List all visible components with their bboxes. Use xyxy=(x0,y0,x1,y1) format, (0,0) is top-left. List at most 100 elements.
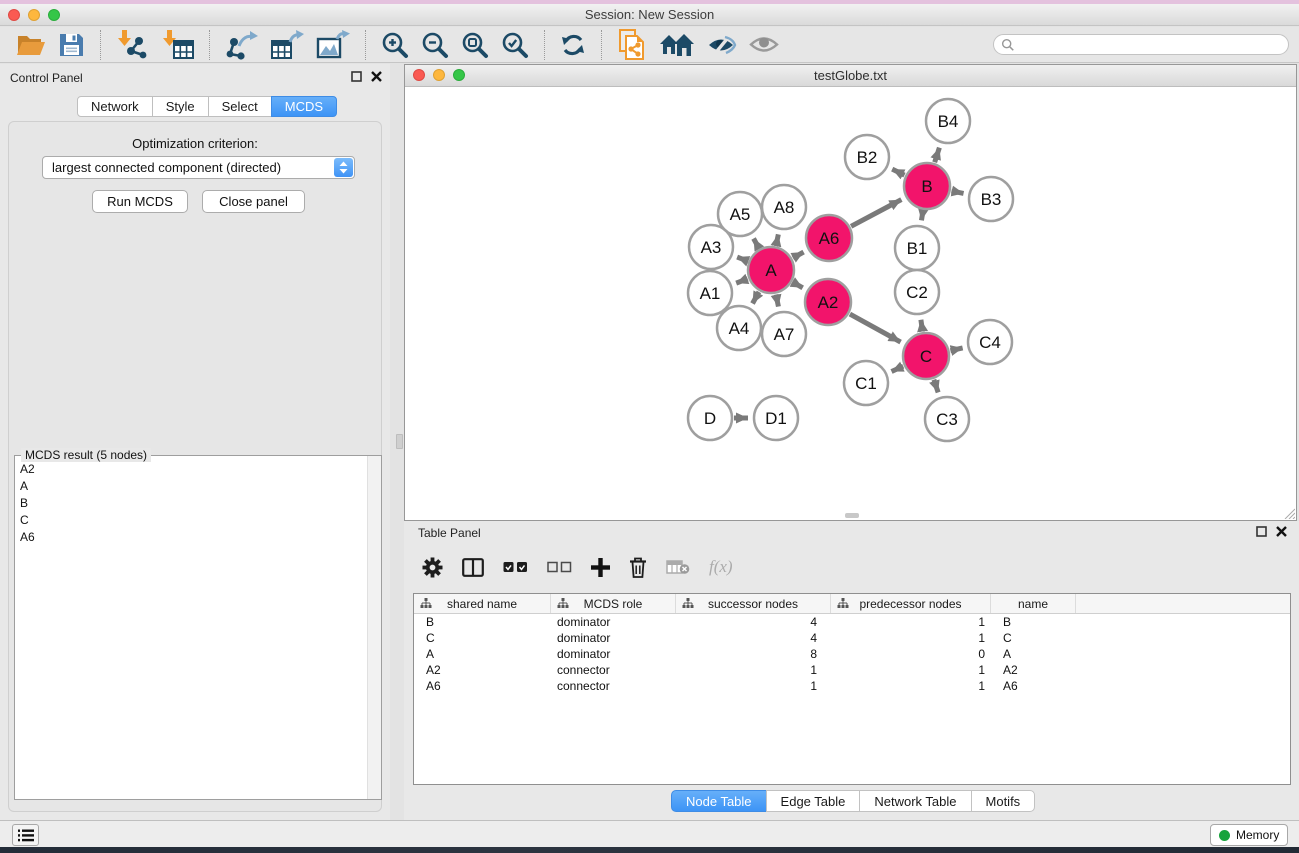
first-neighbors-button[interactable] xyxy=(611,28,653,62)
graphics-details-button[interactable] xyxy=(701,28,743,62)
graph-edge-A-A6[interactable] xyxy=(793,252,804,258)
column-header-name[interactable]: name xyxy=(991,594,1076,613)
task-history-button[interactable] xyxy=(12,824,39,846)
delete-column-icon[interactable] xyxy=(629,557,647,578)
memory-button[interactable]: Memory xyxy=(1210,824,1288,846)
graph-node-label-A5: A5 xyxy=(730,205,751,224)
graph-edge-A-A5[interactable] xyxy=(754,238,759,248)
column-header-successor-nodes[interactable]: successor nodes xyxy=(676,594,831,613)
tab-network[interactable]: Network xyxy=(77,96,153,117)
graph-edge-A-A2[interactable] xyxy=(793,282,803,288)
graph-node-label-B2: B2 xyxy=(857,148,878,167)
graph-edge-B-B1[interactable] xyxy=(921,211,923,221)
toolbar-separator xyxy=(544,30,545,60)
tab-select[interactable]: Select xyxy=(208,96,272,117)
column-header-mcds-role[interactable]: MCDS role xyxy=(551,594,676,613)
export-network-icon xyxy=(225,30,258,60)
result-item[interactable]: B xyxy=(15,494,367,511)
graph-edge-A-A1[interactable] xyxy=(736,279,747,283)
graph-edge-C-C1[interactable] xyxy=(892,366,904,371)
deselect-all-icon[interactable] xyxy=(547,561,572,573)
export-table-button[interactable] xyxy=(264,28,310,62)
network-view-window: testGlobe.txt B4B2BB3A8A5A6B1A3AC2A1A2A4… xyxy=(404,64,1297,521)
graph-edge-A2-C[interactable] xyxy=(850,314,901,342)
result-item[interactable]: A6 xyxy=(15,528,367,545)
close-panel-icon[interactable] xyxy=(371,71,382,82)
float-panel-icon[interactable] xyxy=(351,71,362,82)
table-row[interactable]: B dominator 4 1 B xyxy=(414,614,1290,630)
refresh-layout-button[interactable] xyxy=(554,28,592,62)
table-cell: 1 xyxy=(831,614,991,630)
zoom-out-button[interactable] xyxy=(415,28,455,62)
open-session-button[interactable] xyxy=(10,28,52,62)
graph-edge-A-A4[interactable] xyxy=(753,292,759,304)
table-cell: 1 xyxy=(831,678,991,694)
application-window: Session: New Session xyxy=(0,0,1299,853)
tab-motifs[interactable]: Motifs xyxy=(971,790,1036,812)
home-view-button[interactable] xyxy=(653,28,701,62)
table-row[interactable]: A6 connector 1 1 A6 xyxy=(414,678,1290,694)
table-row[interactable]: A dominator 8 0 A xyxy=(414,646,1290,662)
delete-table-icon-disabled[interactable] xyxy=(666,559,690,575)
result-scrollbar[interactable] xyxy=(367,456,381,799)
search-input[interactable] xyxy=(993,34,1289,55)
toolbar-separator xyxy=(365,30,366,60)
save-session-button[interactable] xyxy=(52,28,91,62)
graph-edge-C-C4[interactable] xyxy=(950,348,962,351)
import-network-button[interactable] xyxy=(110,28,155,62)
zoom-fit-button[interactable] xyxy=(455,28,495,62)
graph-node-label-C2: C2 xyxy=(906,283,928,302)
result-item[interactable]: C xyxy=(15,511,367,528)
tab-node-table[interactable]: Node Table xyxy=(671,790,767,812)
dropdown-selected-value: largest connected component (directed) xyxy=(52,160,281,175)
table-settings-gear-icon[interactable] xyxy=(422,557,443,578)
network-hscroll-thumb[interactable] xyxy=(845,513,859,518)
column-header-shared-name[interactable]: shared name xyxy=(414,594,551,613)
graph-edge-A6-B[interactable] xyxy=(851,200,901,227)
table-cell: A2 xyxy=(414,662,551,678)
tab-edge-table[interactable]: Edge Table xyxy=(766,790,861,812)
float-panel-icon[interactable] xyxy=(1256,526,1267,537)
attribute-type-icon xyxy=(420,598,432,609)
run-mcds-button[interactable]: Run MCDS xyxy=(92,190,188,213)
graph-edge-C-C2[interactable] xyxy=(921,320,923,332)
graph-edge-C-C3[interactable] xyxy=(934,380,938,393)
network-hscrollbar[interactable] xyxy=(405,513,1296,519)
result-item[interactable]: A2 xyxy=(15,460,367,477)
graph-edge-A-A3[interactable] xyxy=(737,257,748,261)
graph-edge-B-B3[interactable] xyxy=(951,191,963,193)
graph-edge-B-B2[interactable] xyxy=(892,169,904,175)
select-all-icon[interactable] xyxy=(503,561,528,573)
zoom-in-button[interactable] xyxy=(375,28,415,62)
table-cell: 1 xyxy=(831,662,991,678)
export-network-button[interactable] xyxy=(219,28,264,62)
result-item[interactable]: A xyxy=(15,477,367,494)
table-row[interactable]: A2 connector 1 1 A2 xyxy=(414,662,1290,678)
column-chooser-icon[interactable] xyxy=(462,558,484,577)
table-row[interactable]: C dominator 4 1 C xyxy=(414,630,1290,646)
splitter-handle[interactable] xyxy=(396,434,403,449)
tab-mcds[interactable]: MCDS xyxy=(271,96,337,117)
graph-edge-A-A8[interactable] xyxy=(776,234,778,245)
import-table-button[interactable] xyxy=(155,28,200,62)
graph-edge-B-B4[interactable] xyxy=(935,148,940,163)
resize-grip-icon[interactable] xyxy=(1282,506,1295,519)
export-table-icon xyxy=(270,30,304,60)
birds-eye-view-button[interactable] xyxy=(743,28,785,62)
zoom-selected-button[interactable] xyxy=(495,28,535,62)
close-panel-button[interactable]: Close panel xyxy=(202,190,305,213)
tab-network-table[interactable]: Network Table xyxy=(859,790,971,812)
network-canvas[interactable]: B4B2BB3A8A5A6B1A3AC2A1A2A4A7C4CC1C3DD1 xyxy=(405,87,1296,515)
function-builder-icon[interactable]: f(x) xyxy=(709,557,733,577)
control-panel-tabs: Network Style Select MCDS xyxy=(78,96,337,117)
tab-style[interactable]: Style xyxy=(152,96,209,117)
optimization-criterion-dropdown[interactable]: largest connected component (directed) xyxy=(42,156,355,179)
optimization-criterion-label: Optimization criterion: xyxy=(0,136,390,151)
zoom-selected-icon xyxy=(501,31,529,59)
close-panel-icon[interactable] xyxy=(1276,526,1287,537)
graph-edge-A-A7[interactable] xyxy=(776,294,778,306)
add-column-icon[interactable] xyxy=(591,558,610,577)
export-image-button[interactable] xyxy=(310,28,356,62)
column-header-predecessor-nodes[interactable]: predecessor nodes xyxy=(831,594,991,613)
refresh-icon xyxy=(560,32,586,58)
